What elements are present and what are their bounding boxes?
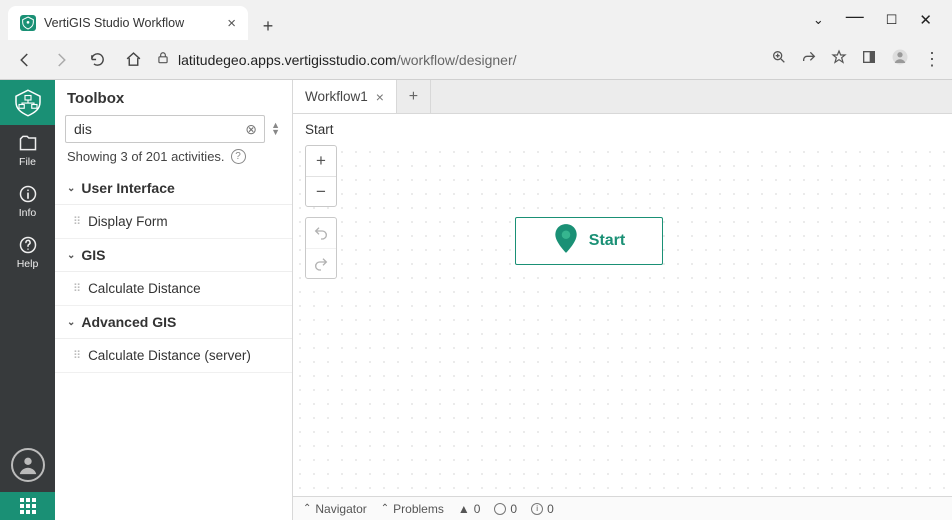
url-text: latitudegeo.apps.vertigisstudio.com/work…	[178, 52, 517, 68]
workflow-canvas[interactable]: + − Start	[293, 145, 952, 496]
status-warnings[interactable]: ▲0	[458, 502, 481, 516]
reload-button[interactable]	[84, 47, 110, 73]
group-gis[interactable]: ⌄ GIS	[55, 239, 292, 272]
undo-button[interactable]	[306, 218, 336, 248]
browser-tab-title: VertiGIS Studio Workflow	[44, 16, 219, 30]
problems-toggle[interactable]: ⌃Problems	[381, 502, 444, 516]
toolbox-panel: Toolbox ⊗ ▲▼ Showing 3 of 201 activities…	[55, 80, 293, 520]
sort-toggle[interactable]: ▲▼	[269, 122, 282, 136]
bookmark-icon[interactable]	[831, 49, 847, 70]
redo-button[interactable]	[306, 248, 336, 278]
home-button[interactable]	[120, 47, 146, 73]
group-user-interface[interactable]: ⌄ User Interface	[55, 172, 292, 205]
status-hints[interactable]: 0	[494, 502, 517, 516]
user-avatar[interactable]	[11, 448, 45, 482]
back-button[interactable]	[12, 47, 38, 73]
breadcrumb: Start	[293, 114, 952, 145]
chevron-down-icon: ⌄	[67, 250, 75, 261]
grip-icon: ⠿	[73, 349, 80, 362]
chevron-down-icon[interactable]: ⌄	[813, 12, 824, 28]
search-input[interactable]	[74, 121, 240, 137]
lock-icon	[156, 51, 170, 68]
start-pin-icon	[553, 223, 579, 260]
minimize-icon[interactable]: —	[846, 6, 864, 27]
grip-icon: ⠿	[73, 215, 80, 228]
start-node[interactable]: Start	[515, 217, 663, 265]
chevron-down-icon: ⌄	[67, 183, 75, 194]
group-advanced-gis[interactable]: ⌄ Advanced GIS	[55, 306, 292, 339]
tab-strip: VertiGIS Studio Workflow × + ⌄ — ☐ ✕	[0, 0, 952, 40]
rail-item-help[interactable]: Help	[0, 227, 55, 278]
activity-calculate-distance-server[interactable]: ⠿ Calculate Distance (server)	[55, 339, 292, 373]
status-bar: ⌃Navigator ⌃Problems ▲0 0 i0	[293, 496, 952, 520]
window-controls: ⌄ — ☐ ✕	[813, 0, 952, 40]
close-icon[interactable]: ×	[376, 89, 384, 105]
clear-search-icon[interactable]: ⊗	[242, 120, 260, 138]
status-errors[interactable]: i0	[531, 502, 554, 516]
toolbox-search[interactable]: ⊗	[65, 115, 265, 143]
menu-icon[interactable]: ⋮	[923, 49, 940, 70]
close-window-icon[interactable]: ✕	[919, 11, 932, 29]
canvas-area: Workflow1 × + Start + − Start	[293, 80, 952, 520]
extensions-icon[interactable]	[861, 49, 877, 70]
new-doc-tab-button[interactable]: +	[397, 80, 431, 113]
app-root: File Info Help Toolbox ⊗ ▲▼ Showing 3	[0, 80, 952, 520]
profile-icon[interactable]	[891, 48, 909, 71]
doc-tab-workflow1[interactable]: Workflow1 ×	[293, 80, 397, 113]
rail-label: File	[19, 156, 36, 168]
url-field[interactable]: latitudegeo.apps.vertigisstudio.com/work…	[156, 51, 761, 68]
rail-item-file[interactable]: File	[0, 125, 55, 176]
share-icon[interactable]	[801, 49, 817, 70]
app-logo[interactable]	[0, 80, 55, 125]
start-node-label: Start	[589, 232, 625, 250]
toolbox-status: Showing 3 of 201 activities. ?	[55, 149, 292, 172]
activity-calculate-distance[interactable]: ⠿ Calculate Distance	[55, 272, 292, 306]
close-icon[interactable]: ×	[227, 15, 236, 32]
navigator-toggle[interactable]: ⌃Navigator	[303, 502, 367, 516]
help-icon[interactable]: ?	[231, 149, 246, 164]
toolbox-title: Toolbox	[55, 80, 292, 115]
history-controls	[305, 217, 337, 279]
chevron-down-icon: ⌄	[67, 317, 75, 328]
left-rail: File Info Help	[0, 80, 55, 520]
rail-label: Help	[17, 258, 39, 270]
activity-display-form[interactable]: ⠿ Display Form	[55, 205, 292, 239]
new-tab-button[interactable]: +	[254, 12, 282, 40]
app-favicon	[20, 15, 36, 31]
rail-label: Info	[19, 207, 37, 219]
zoom-in-button[interactable]: +	[306, 146, 336, 176]
browser-tab[interactable]: VertiGIS Studio Workflow ×	[8, 6, 248, 40]
apps-grid-button[interactable]	[0, 492, 55, 520]
zoom-icon[interactable]	[771, 49, 787, 70]
grip-icon: ⠿	[73, 282, 80, 295]
forward-button[interactable]	[48, 47, 74, 73]
zoom-controls: + −	[305, 145, 337, 207]
browser-chrome: VertiGIS Studio Workflow × + ⌄ — ☐ ✕ lat…	[0, 0, 952, 80]
address-bar: latitudegeo.apps.vertigisstudio.com/work…	[0, 40, 952, 79]
maximize-icon[interactable]: ☐	[886, 12, 898, 28]
rail-item-info[interactable]: Info	[0, 176, 55, 227]
zoom-out-button[interactable]: −	[306, 176, 336, 206]
doc-tabs: Workflow1 × +	[293, 80, 952, 114]
